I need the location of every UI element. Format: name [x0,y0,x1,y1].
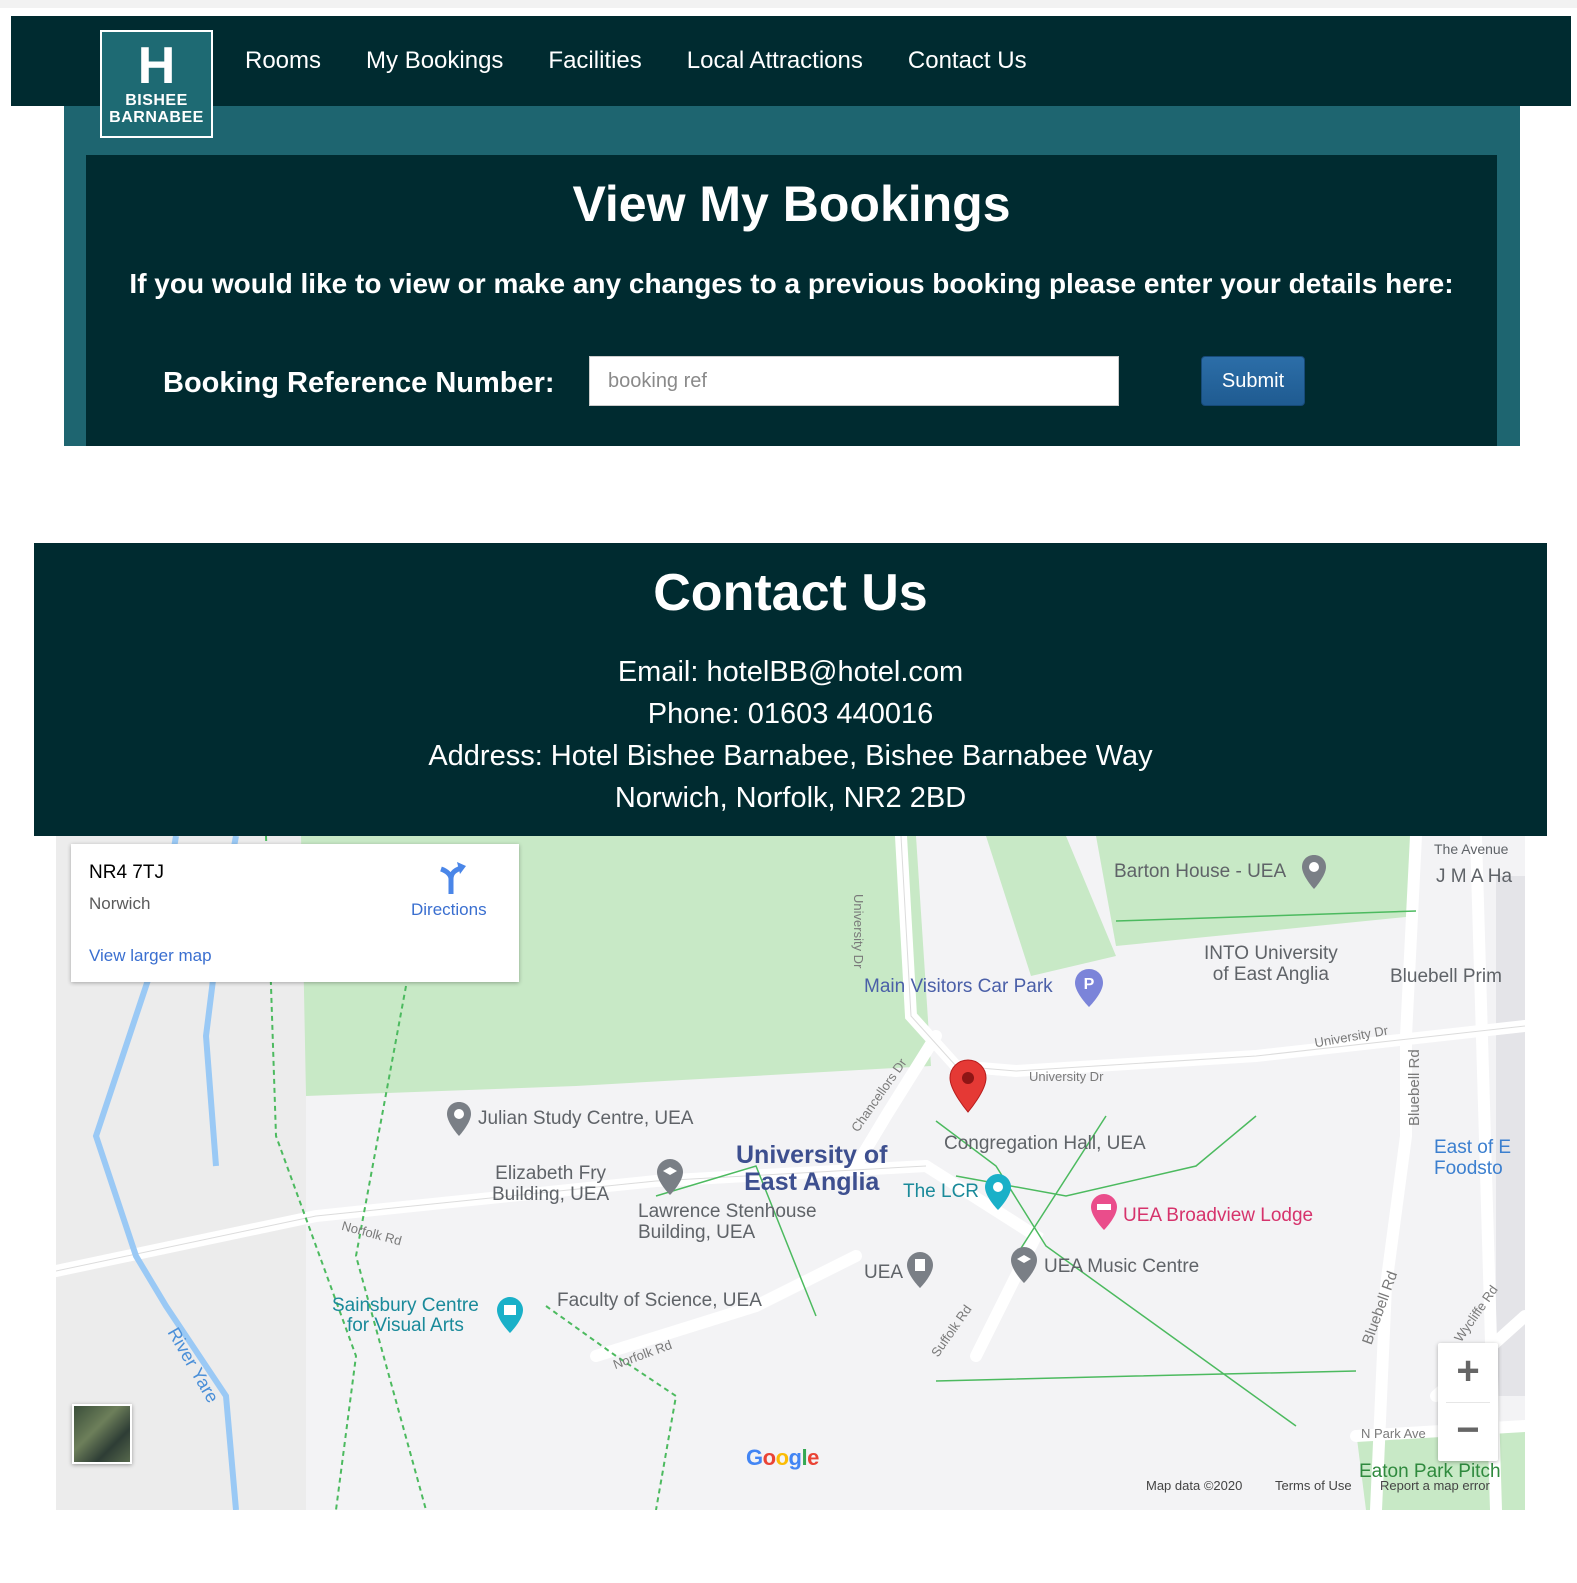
contact-email: Email: hotelBB@hotel.com [617,656,964,688]
map-road-university-dr: University Dr [1029,1069,1104,1084]
sainsbury-line-2: for Visual Arts [346,1315,464,1336]
zoom-controls: + − [1438,1343,1498,1461]
booking-instructions: If you would like to view or make any ch… [129,268,1454,299]
booking-title: View My Bookings [572,176,1011,232]
nav-item-rooms[interactable]: Rooms [245,47,321,75]
contact-address-line-1: Address: Hotel Bishee Barnabee, Bishee B… [428,740,1153,772]
map-info-card: NR4 7TJ Norwich View larger map Directio… [71,844,519,982]
place-pin-icon[interactable] [446,1101,472,1137]
terms-of-use-link[interactable]: Terms of Use [1275,1478,1352,1493]
zoom-out-button[interactable]: − [1438,1402,1498,1461]
map-label-congregation-hall[interactable]: Congregation Hall, UEA [944,1133,1146,1155]
nav-item-contact-us[interactable]: Contact Us [908,47,1027,75]
elizabeth-line-1: Elizabeth Fry [495,1163,607,1184]
uea-line-1: University of [736,1141,888,1169]
place-pin-icon[interactable] [1301,854,1327,890]
map-place-title: NR4 7TJ [89,862,164,883]
map-label-uea-music-centre[interactable]: UEA Music Centre [1044,1256,1199,1278]
school-pin-icon[interactable] [1010,1246,1038,1284]
location-marker-icon[interactable] [948,1058,988,1114]
into-line-2: of East Anglia [1212,964,1329,985]
contact-details: Email: hotelBB@hotel.com Phone: 01603 44… [34,651,1547,819]
map-label-uea-short[interactable]: UEA [864,1262,903,1284]
logo-letter: H [137,37,176,95]
nav-item-local-attractions[interactable]: Local Attractions [687,47,863,75]
directions-link[interactable]: Directions [411,900,487,920]
map-label-elizabeth-fry[interactable]: Elizabeth Fry Building, UEA [492,1163,609,1205]
google-logo: Google [746,1445,819,1470]
parking-pin-icon[interactable]: P [1074,968,1104,1008]
directions-icon[interactable] [437,861,467,895]
map-label-main-visitors-car-park[interactable]: Main Visitors Car Park [864,976,1053,998]
logo-line-1: BISHEE [125,92,188,109]
map-label-into-uea[interactable]: INTO University of East Anglia [1204,943,1338,985]
university-pin-icon[interactable] [906,1251,934,1289]
elizabeth-line-2: Building, UEA [492,1184,610,1205]
contact-address-line-2: Norwich, Norfolk, NR2 2BD [614,782,967,814]
zoom-in-button[interactable]: + [1438,1343,1498,1402]
school-pin-icon[interactable] [656,1158,684,1196]
map-label-julian-study-centre[interactable]: Julian Study Centre, UEA [478,1108,693,1130]
lawrence-line-1: Lawrence Stenhouse [638,1201,817,1222]
map-road-bluebell-rd: Bluebell Rd [1406,1049,1423,1126]
nav-item-facilities[interactable]: Facilities [548,47,641,75]
into-line-1: INTO University [1204,943,1338,964]
map-label-lawrence-stenhouse[interactable]: Lawrence Stenhouse Building, UEA [638,1201,817,1243]
map-label-barton-house[interactable]: Barton House - UEA [1114,861,1286,883]
contact-section: Contact Us Email: hotelBB@hotel.com Phon… [34,543,1547,836]
lodging-pin-icon[interactable] [1090,1193,1118,1231]
map-label-university-east-anglia[interactable]: University of East Anglia [736,1142,887,1196]
map-label-the-lcr[interactable]: The LCR [903,1182,979,1202]
map-data-attribution: Map data ©2020 [1146,1478,1243,1493]
nav-menu: Rooms My Bookings Facilities Local Attra… [245,16,1072,106]
booking-panel: View My Bookings If you would like to vi… [86,155,1497,446]
logo-line-2: BARNABEE [109,109,204,126]
sainsbury-line-1: Sainsbury Centre [332,1295,479,1316]
east-of-line-1: East of E [1434,1137,1512,1158]
view-larger-map-link[interactable]: View larger map [89,946,212,966]
uea-line-2: East Anglia [744,1168,880,1196]
map-label-jma: J M A Ha [1436,866,1513,887]
map-label-the-avenue: The Avenue [1434,841,1509,857]
museum-pin-icon[interactable] [496,1296,524,1334]
booking-ref-label: Booking Reference Number: [163,367,555,399]
page: Rooms My Bookings Facilities Local Attra… [0,0,1577,1583]
lawrence-line-2: Building, UEA [638,1222,756,1243]
booking-ref-input[interactable] [589,356,1119,406]
nav-item-my-bookings[interactable]: My Bookings [366,47,503,75]
map-label-bluebell-primary: Bluebell Prim [1390,966,1502,987]
map-label-broadview-lodge[interactable]: UEA Broadview Lodge [1123,1205,1313,1227]
east-of-line-2: Foodsto [1434,1158,1503,1179]
map-label-east-of-england[interactable]: East of E Foodsto [1434,1137,1511,1179]
hotel-logo[interactable]: H BISHEE BARNABEE [100,30,213,138]
contact-title: Contact Us [653,564,928,622]
report-map-error-link[interactable]: Report a map error [1380,1478,1490,1493]
submit-button[interactable]: Submit [1201,356,1305,406]
map-place-subtitle: Norwich [89,894,151,913]
embedded-map[interactable]: Barton House - UEA The Avenue J M A Ha I… [56,836,1525,1510]
map-label-sainsbury-centre[interactable]: Sainsbury Centre for Visual Arts [332,1296,479,1336]
satellite-toggle[interactable] [72,1404,132,1464]
contact-phone: Phone: 01603 440016 [647,698,934,730]
education-pin-icon[interactable] [984,1173,1012,1211]
svg-text:P: P [1084,976,1095,993]
map-road-university-dr-3: University Dr [851,894,866,969]
map-label-faculty-of-science[interactable]: Faculty of Science, UEA [557,1290,762,1312]
map-road-n-park-ave: N Park Ave [1361,1426,1426,1441]
top-navbar: Rooms My Bookings Facilities Local Attra… [11,16,1571,106]
